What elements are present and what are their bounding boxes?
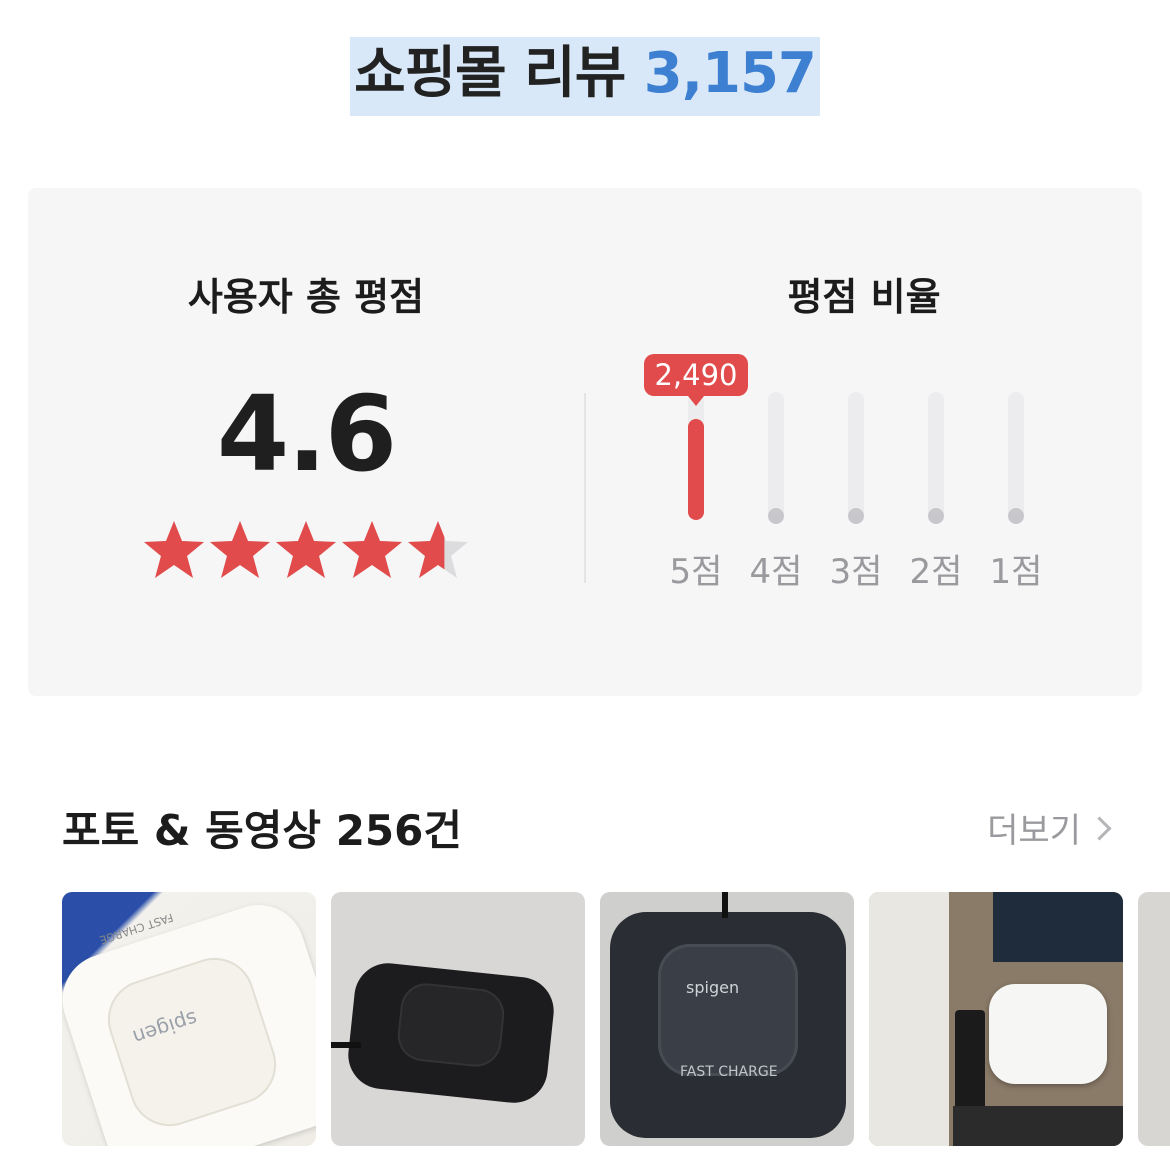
desk-item [953, 1106, 1123, 1146]
rating-bar-4: 4점 [736, 368, 816, 592]
rating-bars: 2,490 5점 4점 3점 2점 1점 [644, 354, 1056, 592]
review-photo-3[interactable]: spigen FAST CHARGE [600, 892, 854, 1146]
title-text: 쇼핑몰 리뷰 [354, 41, 626, 106]
bar-track [928, 392, 944, 520]
average-score: 4.6 [216, 373, 397, 495]
bar-label: 5점 [669, 552, 723, 592]
title-highlight: 쇼핑몰 리뷰 3,157 [350, 37, 820, 116]
photo-section-title: 포토 & 동영상 256건 [62, 806, 463, 855]
bar-label: 3점 [829, 552, 883, 592]
bar-dot [928, 508, 944, 524]
review-count: 3,157 [643, 41, 817, 106]
phone-device [955, 1010, 985, 1110]
bar-track [768, 392, 784, 520]
monitor [993, 892, 1123, 962]
photo-strip: spigen FAST CHARGE spigen FAST CHARGE [62, 892, 1170, 1146]
page-title: 쇼핑몰 리뷰 3,157 [0, 28, 1170, 116]
bar-dot [768, 508, 784, 524]
more-label: 더보기 [987, 811, 1081, 851]
star-rating [142, 518, 472, 582]
review-photo-5[interactable] [1138, 892, 1170, 1146]
charger-pad [658, 944, 798, 1076]
rating-bar-1: 1점 [976, 368, 1056, 592]
review-photo-2[interactable] [331, 892, 585, 1146]
star-icon [406, 518, 470, 582]
brand-text: spigen [686, 978, 740, 997]
bar-label: 2점 [909, 552, 963, 592]
star-icon [142, 518, 206, 582]
white-charger [989, 984, 1107, 1084]
star-icon [340, 518, 404, 582]
charger-pad [395, 980, 507, 1070]
cable [722, 892, 728, 918]
star-icon [274, 518, 338, 582]
review-photo-1[interactable]: spigen FAST CHARGE [62, 892, 316, 1146]
bar-label: 4점 [749, 552, 803, 592]
bar-track [1008, 392, 1024, 520]
more-link[interactable]: 더보기 [987, 803, 1112, 852]
rating-bar-3: 3점 [816, 368, 896, 592]
cable [331, 1042, 361, 1048]
rating-ratio-heading: 평점 비율 [787, 275, 941, 319]
rating-panel: 사용자 총 평점 평점 비율 4.6 2,490 5점 4점 3점 2점 1점 [28, 188, 1142, 696]
desk-phone [869, 892, 949, 1146]
chevron-right-icon [1087, 816, 1112, 841]
star-icon [208, 518, 272, 582]
badge-text: FAST CHARGE [680, 1064, 778, 1080]
rating-bar-2: 2점 [896, 368, 976, 592]
bar-track [848, 392, 864, 520]
review-photo-4[interactable] [869, 892, 1123, 1146]
bar-label: 1점 [989, 552, 1043, 592]
bar-dot [848, 508, 864, 524]
total-rating-heading: 사용자 총 평점 [187, 275, 425, 319]
rating-bar-5: 2,490 5점 [644, 354, 748, 592]
count-bubble: 2,490 [644, 354, 748, 406]
panel-divider [584, 393, 586, 583]
bar-fill [688, 419, 704, 520]
bar-dot [1008, 508, 1024, 524]
